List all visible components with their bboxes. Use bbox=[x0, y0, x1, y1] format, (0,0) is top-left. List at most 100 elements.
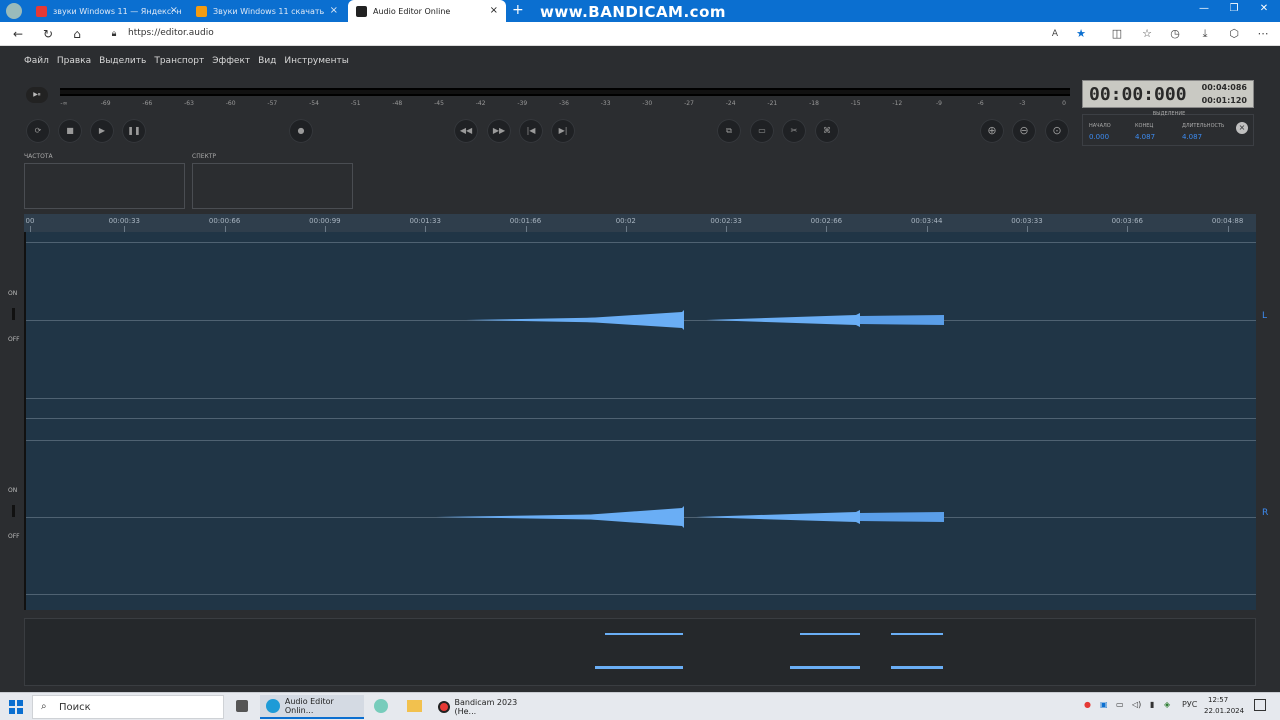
security-tray-icon[interactable]: ◈ bbox=[1164, 700, 1170, 709]
play-button[interactable]: ▶ bbox=[90, 119, 114, 143]
selection-end-value[interactable]: 4.087 bbox=[1135, 133, 1155, 141]
close-tab-icon[interactable]: × bbox=[490, 5, 498, 16]
selection-length-value[interactable]: 4.087 bbox=[1182, 133, 1202, 141]
stop-button[interactable]: ■ bbox=[58, 119, 82, 143]
tab-audio-editor[interactable]: Audio Editor Online × bbox=[348, 0, 506, 22]
tab-label: Audio Editor Online bbox=[373, 6, 451, 16]
file-explorer-icon[interactable] bbox=[407, 700, 422, 712]
menu-select[interactable]: Выделить bbox=[99, 56, 146, 66]
volume-tray-icon[interactable]: ◁) bbox=[1132, 700, 1141, 709]
windows-start-icon[interactable] bbox=[9, 699, 23, 714]
menu-view[interactable]: Вид bbox=[258, 56, 276, 66]
ruler-tick-label: 00:02 bbox=[615, 217, 636, 225]
rewind-button[interactable]: ◀◀ bbox=[454, 119, 478, 143]
selection-time: 00:01:120 bbox=[1201, 96, 1247, 105]
profile-avatar[interactable] bbox=[6, 3, 22, 19]
meter-tick-label: -42 bbox=[475, 100, 486, 107]
menu-effect[interactable]: Эффект bbox=[212, 56, 250, 66]
menu-edit[interactable]: Правка bbox=[57, 56, 91, 66]
meter-tick-label: -33 bbox=[600, 100, 611, 107]
left-channel-toggle[interactable] bbox=[12, 308, 15, 320]
overview-waveform[interactable] bbox=[24, 618, 1256, 686]
taskbar-search[interactable]: ⌕ Поиск bbox=[32, 695, 224, 719]
fast-forward-button[interactable]: ▶▶ bbox=[487, 119, 511, 143]
app-icon[interactable] bbox=[374, 699, 388, 713]
right-channel-toggle[interactable] bbox=[12, 505, 15, 517]
left-on-label[interactable]: ON bbox=[8, 290, 17, 297]
ruler-tick-label: 00:00:33 bbox=[108, 217, 141, 225]
selection-start-value[interactable]: 0.000 bbox=[1089, 133, 1109, 141]
notifications-icon[interactable] bbox=[1254, 699, 1266, 711]
taskbar-app-bandicam[interactable]: Bandicam 2023 (Не... bbox=[432, 695, 536, 719]
bandicam-watermark: www.BANDICAM.com bbox=[540, 3, 727, 21]
close-selection-icon[interactable]: × bbox=[1236, 122, 1248, 134]
mic-tray-icon[interactable]: ▮ bbox=[1150, 700, 1154, 709]
record-button[interactable]: ● bbox=[289, 119, 313, 143]
network-tray-icon[interactable]: ▭ bbox=[1116, 700, 1124, 709]
url-field[interactable]: https://editor.audio bbox=[128, 28, 214, 38]
meter-tick-label: -27 bbox=[684, 100, 694, 107]
close-tab-icon[interactable]: × bbox=[170, 5, 178, 16]
yandex-icon bbox=[36, 5, 47, 17]
play-pause-mini-button[interactable]: ▶⏸ bbox=[26, 87, 48, 103]
tracks-area[interactable] bbox=[24, 232, 1256, 610]
downloads-icon[interactable]: ⤓ bbox=[1198, 27, 1212, 41]
clock-date[interactable]: 22.01.2024 bbox=[1204, 707, 1244, 715]
left-off-label[interactable]: OFF bbox=[8, 336, 20, 343]
favorites-icon[interactable]: ☆ bbox=[1140, 27, 1154, 41]
tab-yandex[interactable]: звуки Windows 11 — Яндекс: н × bbox=[28, 0, 186, 22]
pause-button[interactable]: ❚❚ bbox=[122, 119, 146, 143]
menu-transport[interactable]: Транспорт bbox=[154, 56, 204, 66]
bluetooth-tray-icon[interactable]: ▣ bbox=[1100, 700, 1108, 709]
ruler-tick-label: 00 bbox=[25, 217, 35, 225]
right-on-label[interactable]: ON bbox=[8, 487, 17, 494]
right-off-label[interactable]: OFF bbox=[8, 533, 20, 540]
meter-tick-label: -12 bbox=[892, 100, 903, 107]
back-icon[interactable]: ← bbox=[10, 27, 26, 41]
total-time: 00:04:086 bbox=[1201, 83, 1247, 92]
home-icon[interactable]: ⌂ bbox=[69, 27, 85, 41]
clock-time[interactable]: 12:57 bbox=[1208, 696, 1228, 704]
close-window-icon[interactable]: ✕ bbox=[1254, 3, 1274, 14]
ruler-tick-label: 00:01:66 bbox=[509, 217, 542, 225]
ruler-tick-label: 00:02:66 bbox=[810, 217, 843, 225]
task-view-icon[interactable] bbox=[236, 700, 248, 712]
zoom-out-button[interactable]: ⊖ bbox=[1012, 119, 1036, 143]
read-aloud-icon[interactable]: A bbox=[1048, 27, 1062, 41]
history-icon[interactable]: ◷ bbox=[1168, 27, 1182, 41]
skip-to-start-button[interactable]: |◀ bbox=[519, 119, 543, 143]
new-tab-button[interactable]: + bbox=[512, 2, 524, 18]
record-tray-icon[interactable]: ● bbox=[1084, 700, 1091, 709]
right-channel-waveform bbox=[436, 506, 944, 528]
menu-file[interactable]: Файл bbox=[24, 56, 49, 66]
cut-button[interactable]: ✂ bbox=[782, 119, 806, 143]
lock-icon[interactable]: 🔒︎ bbox=[106, 27, 122, 41]
search-placeholder: Поиск bbox=[59, 702, 91, 713]
taskbar-app-label: Audio Editor Onlin... bbox=[284, 697, 334, 715]
zoom-in-button[interactable]: ⊕ bbox=[980, 119, 1004, 143]
close-tab-icon[interactable]: × bbox=[330, 5, 338, 16]
selection-panel: ВЫДЕЛЕНИЕ НАЧАЛО КОНЕЦ ДЛИТЕЛЬНОСТЬ 0.00… bbox=[1082, 111, 1254, 146]
maximize-icon[interactable]: ❐ bbox=[1224, 3, 1244, 14]
tab-sounds[interactable]: Звуки Windows 11 скачать × bbox=[188, 0, 346, 22]
extensions-icon[interactable]: ⬡ bbox=[1227, 27, 1241, 41]
zoom-selection-button[interactable]: ⊙ bbox=[1045, 119, 1069, 143]
timeline-ruler[interactable]: 00 00:00:33 00:00:66 00:00:99 00:01:33 00:01:… bbox=[24, 214, 1256, 232]
skip-to-end-button[interactable]: ▶| bbox=[551, 119, 575, 143]
taskbar-app-edge[interactable]: Audio Editor Onlin... bbox=[260, 695, 364, 719]
language-indicator[interactable]: РУС bbox=[1182, 700, 1197, 709]
meter-tick-label: 0 bbox=[1062, 100, 1066, 107]
menu-tools[interactable]: Инструменты bbox=[284, 56, 348, 66]
favorite-star-icon[interactable]: ★ bbox=[1074, 27, 1088, 41]
selection-end-label: КОНЕЦ bbox=[1135, 123, 1154, 129]
loop-button[interactable]: ⟳ bbox=[26, 119, 50, 143]
refresh-icon[interactable]: ↻ bbox=[40, 27, 56, 41]
meter-tick-label: -18 bbox=[809, 100, 819, 107]
trim-button[interactable]: ⌘ bbox=[815, 119, 839, 143]
more-icon[interactable]: ⋯ bbox=[1256, 27, 1270, 41]
paste-button[interactable]: ▭ bbox=[750, 119, 774, 143]
audio-editor-icon bbox=[356, 5, 367, 17]
minimize-icon[interactable]: — bbox=[1194, 3, 1214, 14]
copy-button[interactable]: ⧉ bbox=[717, 119, 741, 143]
split-screen-icon[interactable]: ◫ bbox=[1110, 27, 1124, 41]
